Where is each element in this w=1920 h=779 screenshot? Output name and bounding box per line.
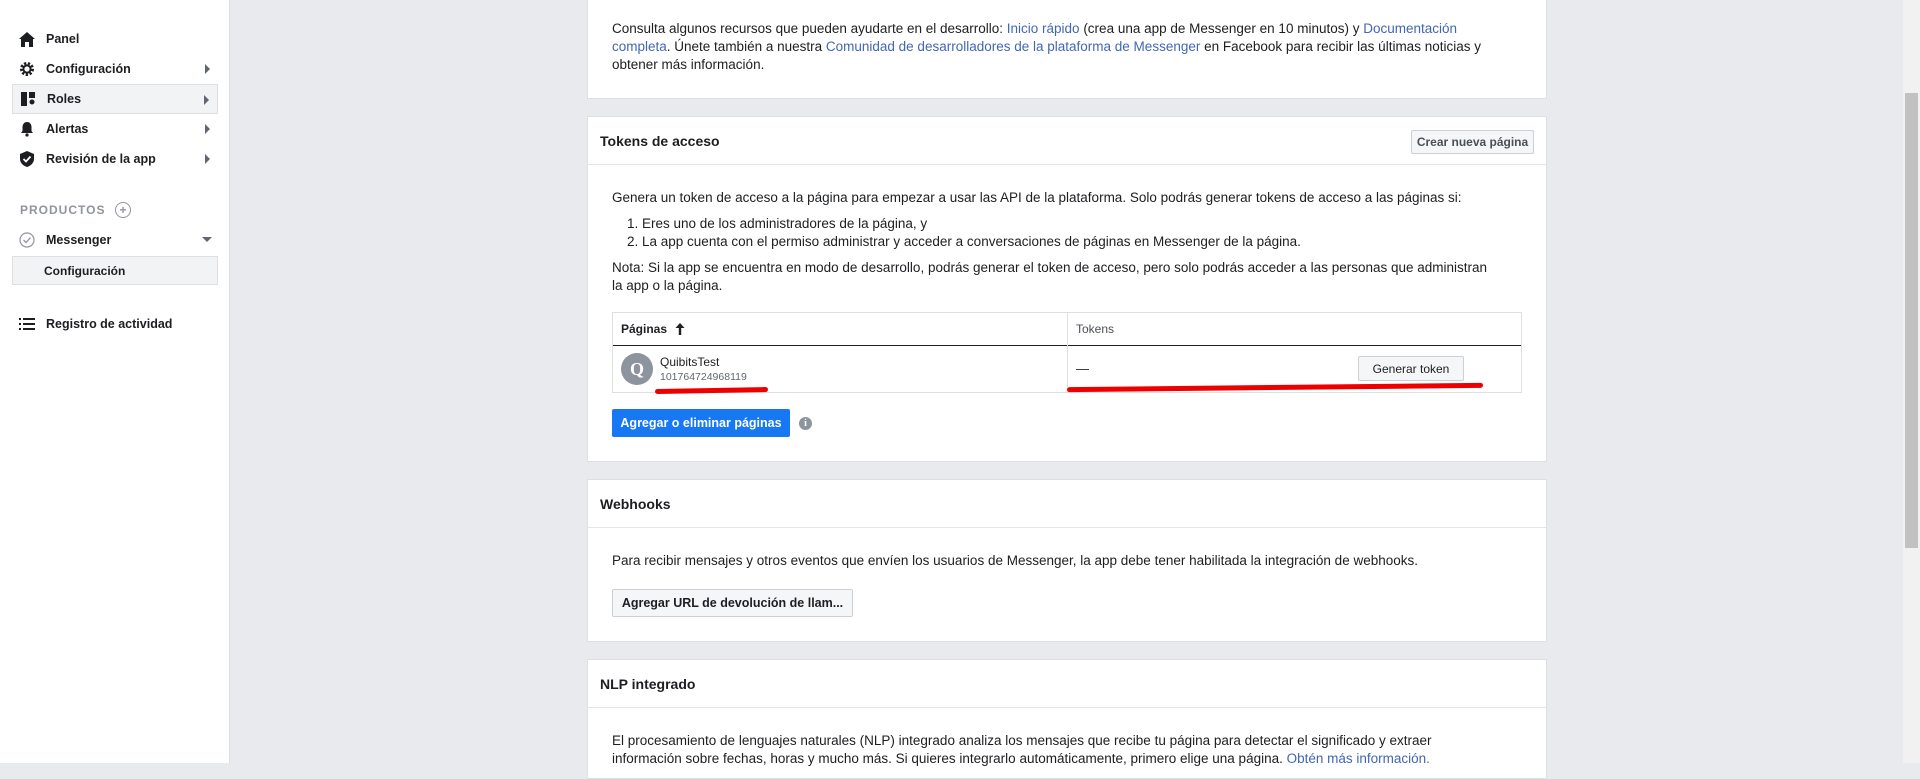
documentation-link-cont[interactable]: completa [612,39,667,54]
resources-text-part: en Facebook para recibir las últimas not… [1200,39,1481,54]
sort-ascending-icon [675,323,685,335]
sidebar-item-messenger[interactable]: Messenger [12,225,218,255]
sidebar-item-alertas[interactable]: Alertas [12,114,218,144]
nlp-header: NLP integrado [588,660,1546,708]
sidebar-item-label: Configuración [46,62,131,76]
sidebar-item-revision[interactable]: Revisión de la app [12,144,218,174]
page-scrollbar[interactable] [1903,0,1920,763]
nlp-text-line: información sobre fechas, horas y mucho … [612,751,1287,766]
tokens-note-line: Nota: Si la app se encuentra en modo de … [612,260,1488,275]
chevron-down-icon [202,237,212,242]
quickstart-link[interactable]: Inicio rápido [1007,21,1080,36]
resources-text: Consulta algunos recursos que pueden ayu… [612,20,1532,74]
webhooks-title: Webhooks [600,495,671,512]
access-tokens-card: Tokens de acceso Crear nueva página Gene… [587,116,1547,462]
chevron-right-icon [205,154,210,164]
sidebar-item-label: Registro de actividad [46,317,173,331]
add-product-icon[interactable]: + [115,202,132,218]
webhooks-header: Webhooks [588,480,1546,528]
pages-tokens-table: Páginas Tokens Q QuibitsTest 10176472496… [612,312,1522,393]
token-value: — [1076,361,1089,376]
resources-text-part: obtener más información. [612,57,765,72]
webhooks-description: Para recibir mensajes y otros eventos qu… [612,553,1418,568]
list-icon [18,316,36,332]
resources-text-part: Consulta algunos recursos que pueden ayu… [612,21,1007,36]
tokens-intro: Genera un token de acceso a la página pa… [612,190,1462,205]
info-icon[interactable]: i [799,417,812,430]
shield-check-icon [18,151,36,167]
home-icon [18,31,36,47]
access-tokens-title: Tokens de acceso [600,132,720,149]
sidebar-item-configuracion[interactable]: Configuración [12,54,218,84]
resources-card: Consulta algunos recursos que pueden ayu… [587,0,1547,99]
products-label: PRODUCTOS [20,203,106,217]
learn-more-link[interactable]: Obtén más información. [1287,751,1430,766]
webhooks-card: Webhooks Para recibir mensajes y otros e… [587,479,1547,642]
check-circle-icon [18,232,36,248]
roles-icon [19,91,37,107]
column-header-label: Tokens [1076,322,1115,336]
sidebar: Panel Configuración Roles Alertas Revisi… [0,0,230,763]
sidebar-item-label: Panel [46,32,80,46]
resources-text-part: . Únete también a nuestra [666,39,826,54]
chevron-right-icon [205,64,210,74]
add-remove-pages-button[interactable]: Agregar o eliminar páginas [612,409,790,437]
generate-token-button[interactable]: Generar token [1358,356,1464,381]
sidebar-item-panel[interactable]: Panel [12,24,218,54]
sidebar-item-label: Revisión de la app [46,152,156,166]
community-link[interactable]: Comunidad de desarrolladores de la plata… [826,39,1200,54]
gear-icon [18,61,36,77]
nlp-title: NLP integrado [600,675,696,692]
sidebar-item-roles[interactable]: Roles [12,84,218,114]
avatar: Q [621,353,653,385]
sidebar-subitem-configuracion[interactable]: Configuración [12,256,218,285]
nlp-card: NLP integrado El procesamiento de lengua… [587,659,1547,779]
sidebar-item-activity-log[interactable]: Registro de actividad [12,309,218,339]
create-page-button[interactable]: Crear nueva página [1411,130,1534,154]
page-name[interactable]: QuibitsTest [660,355,719,369]
resources-text-part: (crea una app de Messenger en 10 minutos… [1079,21,1364,36]
tokens-condition-1: 1. Eres uno de los administradores de la… [627,216,928,231]
table-column-divider [1067,313,1068,392]
documentation-link[interactable]: Documentación [1363,21,1457,36]
column-header-pages[interactable]: Páginas [613,313,1067,345]
column-header-tokens: Tokens [1068,313,1521,345]
nlp-text-line: El procesamiento de lenguajes naturales … [612,733,1432,748]
chevron-right-icon [204,95,209,105]
scrollbar-thumb[interactable] [1905,93,1918,548]
sidebar-subitem-label: Configuración [44,263,126,278]
chevron-right-icon [205,124,210,134]
tokens-note-line: la app o la página. [612,278,723,293]
sidebar-item-label: Roles [47,92,82,106]
add-callback-url-button[interactable]: Agregar URL de devolución de llam... [612,589,853,617]
access-tokens-header: Tokens de acceso Crear nueva página [588,117,1546,165]
column-header-label: Páginas [621,322,668,336]
tokens-condition-2: 2. La app cuenta con el permiso administ… [627,234,1301,249]
page-id: 101764724968119 [660,371,747,383]
sidebar-item-label: Messenger [46,233,112,247]
sidebar-item-label: Alertas [46,122,89,136]
products-section-label: PRODUCTOS + [20,202,132,218]
tokens-note: Nota: Si la app se encuentra en modo de … [612,259,1532,295]
bell-icon [18,121,36,137]
